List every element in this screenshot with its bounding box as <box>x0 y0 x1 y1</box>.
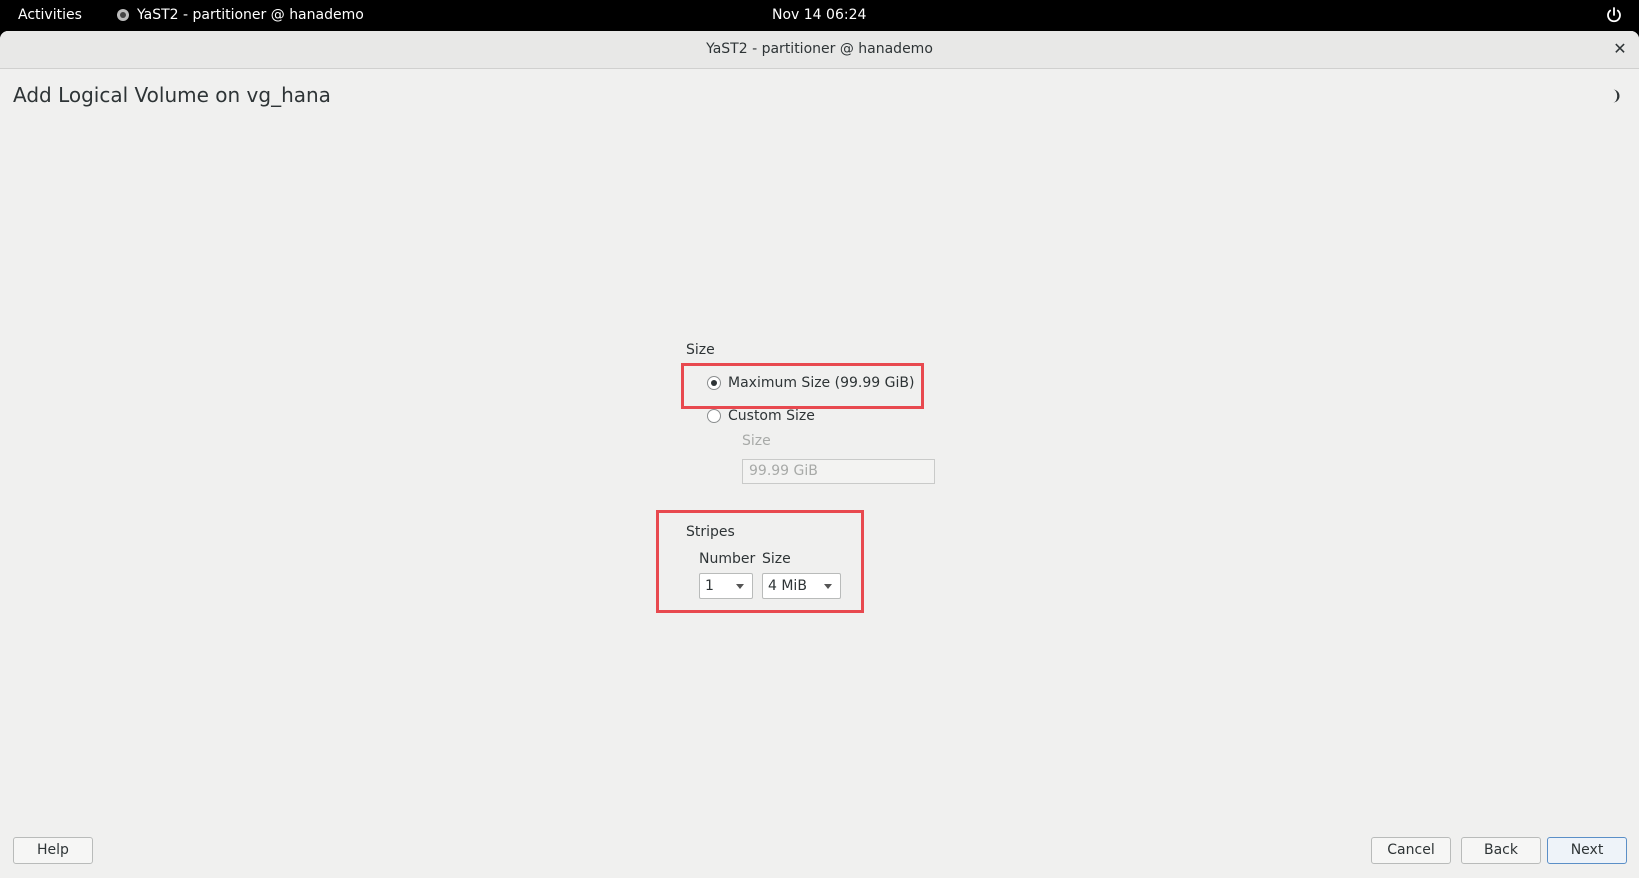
size-group-label: Size <box>686 342 715 358</box>
custom-size-radio[interactable]: Custom Size <box>707 408 815 424</box>
next-button[interactable]: Next <box>1547 837 1627 864</box>
window-title: YaST2 - partitioner @ hanademo <box>706 41 933 57</box>
stripes-number-select[interactable]: 1 <box>699 573 753 599</box>
highlight-box-max-size <box>681 363 924 409</box>
page-title: Add Logical Volume on vg_hana <box>13 83 331 107</box>
yast-window: YaST2 - partitioner @ hanademo ✕ Add Log… <box>0 31 1639 878</box>
stripes-group-label: Stripes <box>686 524 735 540</box>
system-top-bar: Activities YaST2 - partitioner @ hanadem… <box>0 0 1639 31</box>
chevron-down-icon <box>736 584 744 589</box>
chevron-down-icon <box>824 584 832 589</box>
close-icon[interactable]: ✕ <box>1610 39 1630 59</box>
app-menu[interactable]: YaST2 - partitioner @ hanademo <box>117 7 364 23</box>
stripes-number-value: 1 <box>705 578 714 594</box>
custom-size-input[interactable]: 99.99 GiB <box>742 459 935 484</box>
next-button-label: Next <box>1570 842 1604 858</box>
stripes-size-value: 4 MiB <box>768 578 807 594</box>
back-button[interactable]: Back <box>1461 837 1541 864</box>
yast-app-icon <box>117 9 129 21</box>
stripes-size-label: Size <box>762 551 791 567</box>
cancel-button-label: Cancel <box>1387 842 1435 858</box>
stripes-number-label: Number <box>699 551 756 567</box>
power-icon[interactable] <box>1605 6 1623 24</box>
custom-size-field-label: Size <box>742 433 771 449</box>
moon-icon[interactable] <box>1606 89 1620 103</box>
back-button-label: Back <box>1484 842 1518 858</box>
stripes-size-select[interactable]: 4 MiB <box>762 573 841 599</box>
help-button-label: Help <box>37 842 69 858</box>
app-menu-label: YaST2 - partitioner @ hanademo <box>137 7 364 23</box>
custom-size-label: Custom Size <box>728 408 815 424</box>
help-button[interactable]: Help <box>13 837 93 864</box>
activities-button[interactable]: Activities <box>18 7 82 23</box>
clock[interactable]: Nov 14 06:24 <box>772 7 866 23</box>
cancel-button[interactable]: Cancel <box>1371 837 1451 864</box>
window-titlebar: YaST2 - partitioner @ hanademo ✕ <box>0 31 1639 69</box>
radio-unchecked-icon <box>707 409 721 423</box>
